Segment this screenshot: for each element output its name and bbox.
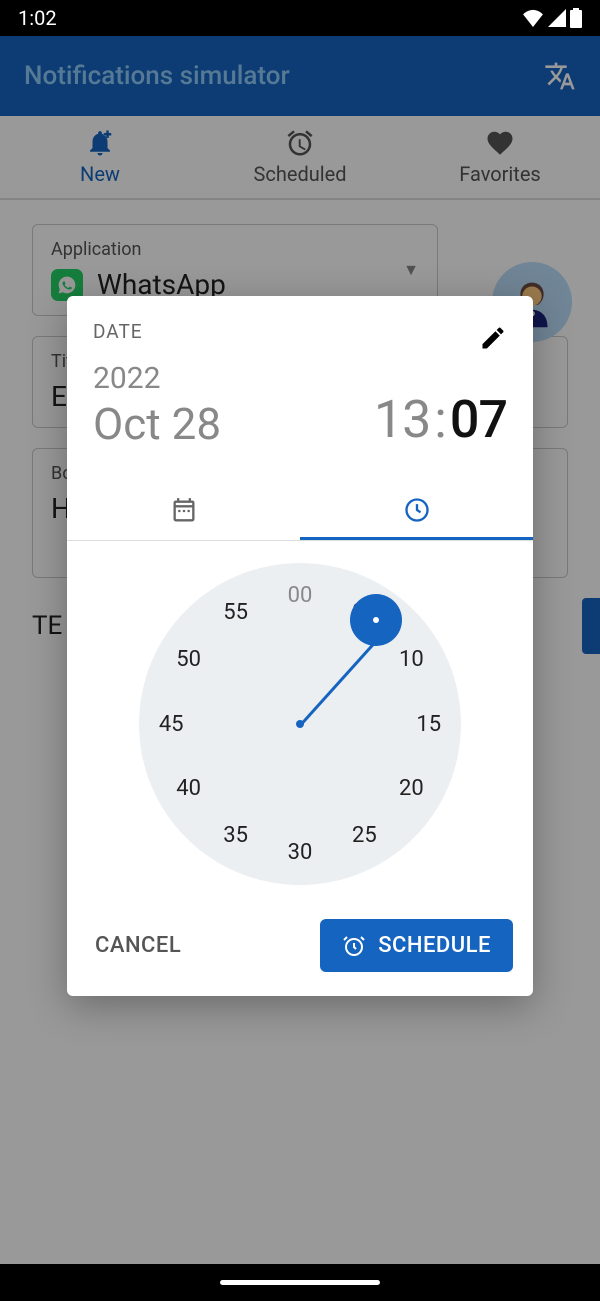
clock-num-25[interactable]: 25 xyxy=(344,815,384,855)
dialog-actions: CANCEL SCHEDULE xyxy=(67,903,533,996)
clock-knob[interactable] xyxy=(350,594,402,646)
alarm-icon xyxy=(342,934,366,958)
clock-num-45[interactable]: 45 xyxy=(151,704,191,744)
status-bar: 1:02 xyxy=(0,0,600,36)
minute[interactable]: 07 xyxy=(450,389,507,450)
edit-icon[interactable] xyxy=(479,324,507,352)
clock-tab[interactable] xyxy=(300,482,533,540)
wifi-icon xyxy=(522,9,544,27)
clock-num-55[interactable]: 55 xyxy=(216,593,256,633)
month-day: Oct 28 xyxy=(93,398,221,450)
picker-tabs xyxy=(67,482,533,541)
cancel-button[interactable]: CANCEL xyxy=(87,923,189,968)
time-display[interactable]: 13 : 07 xyxy=(374,389,507,450)
clock-num-40[interactable]: 40 xyxy=(169,768,209,808)
battery-icon xyxy=(570,8,582,28)
clock-num-20[interactable]: 20 xyxy=(391,768,431,808)
status-time: 1:02 xyxy=(18,6,57,30)
clock-num-50[interactable]: 50 xyxy=(169,640,209,680)
clock-num-15[interactable]: 15 xyxy=(409,704,449,744)
calendar-tab[interactable] xyxy=(67,482,300,540)
signal-icon xyxy=(548,9,566,27)
minute-clock[interactable]: 00 05 10 15 20 25 30 35 40 45 50 55 xyxy=(139,563,461,885)
colon: : xyxy=(434,389,446,450)
status-icons xyxy=(522,8,582,28)
schedule-button[interactable]: SCHEDULE xyxy=(320,919,513,972)
clock-num-10[interactable]: 10 xyxy=(391,640,431,680)
date-display[interactable]: 2022 Oct 28 xyxy=(93,361,221,450)
schedule-label: SCHEDULE xyxy=(378,933,491,958)
calendar-icon xyxy=(170,497,198,525)
navigation-bar xyxy=(0,1264,600,1301)
home-indicator[interactable] xyxy=(220,1280,380,1285)
date-heading: DATE xyxy=(93,320,507,343)
clock-icon xyxy=(403,496,431,524)
hour[interactable]: 13 xyxy=(374,389,430,450)
clock-hand xyxy=(300,634,383,725)
clock-num-00[interactable]: 00 xyxy=(280,575,320,615)
datetime-picker-dialog: DATE 2022 Oct 28 13 : 07 00 05 10 15 xyxy=(67,296,533,996)
clock-center xyxy=(296,720,304,728)
year: 2022 xyxy=(93,361,221,396)
clock-num-30[interactable]: 30 xyxy=(280,833,320,873)
clock-num-35[interactable]: 35 xyxy=(216,815,256,855)
